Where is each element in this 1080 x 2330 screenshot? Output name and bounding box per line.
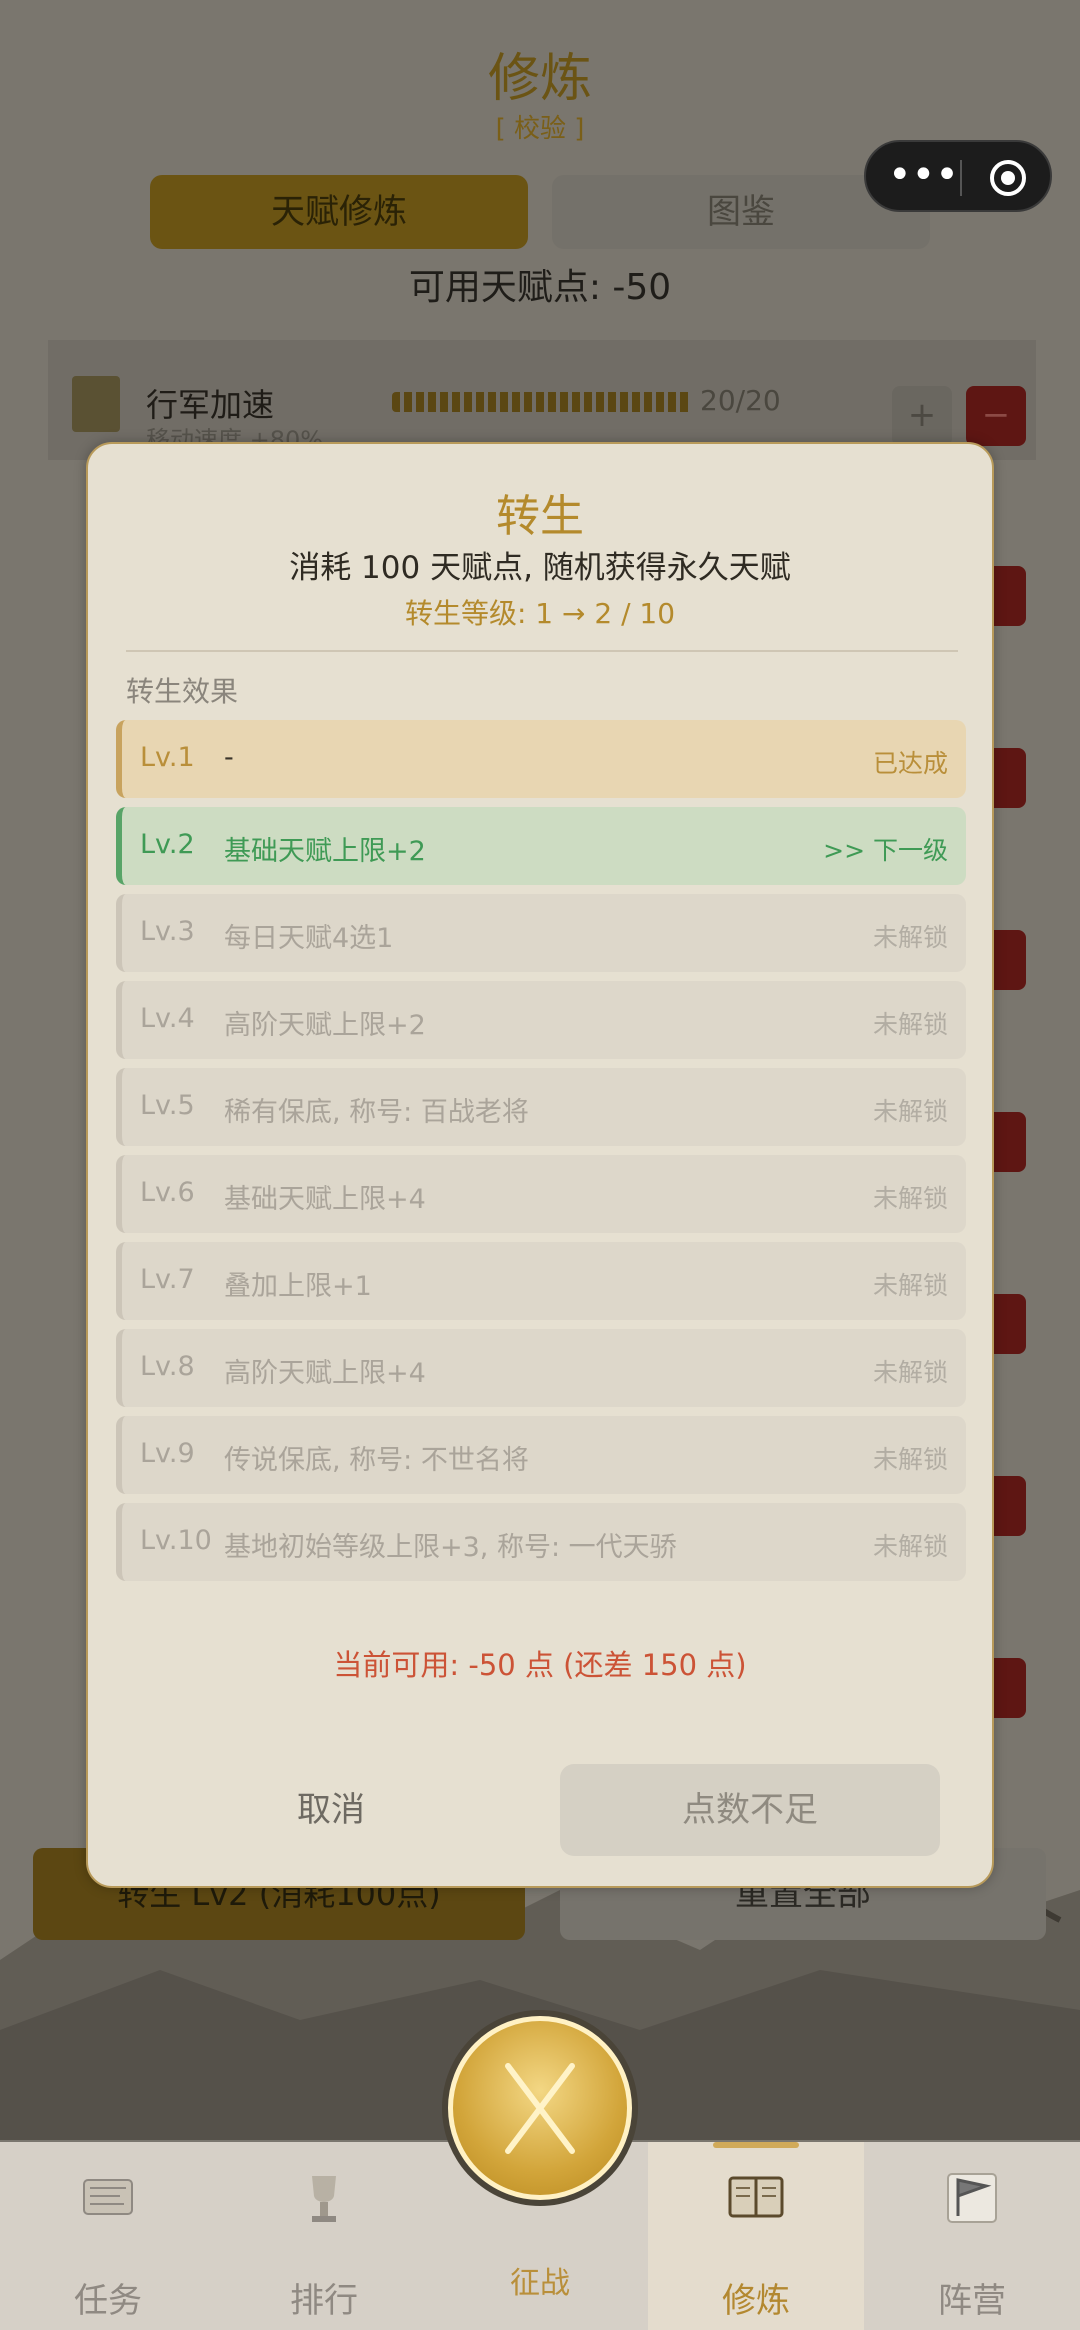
tab-label: 阵营 (938, 2281, 1006, 2321)
level-status: 未解锁 (872, 1358, 948, 1387)
level-status: 未解锁 (872, 923, 948, 952)
available-points: 可用天赋点: -50 (408, 267, 672, 308)
talent-progress-bar (392, 392, 692, 412)
level-status: 未解锁 (872, 1184, 948, 1213)
more-dots-icon[interactable]: ••• (888, 150, 959, 206)
level-row: Lv.6 基础天赋上限+4 未解锁 (116, 1155, 966, 1233)
chest-icon (72, 376, 120, 432)
level-row: Lv.7 叠加上限+1 未解锁 (116, 1242, 966, 1320)
level-row: Lv.9 传说保底, 称号: 不世名将 未解锁 (116, 1416, 966, 1494)
tab-faction[interactable]: 阵营 (864, 2142, 1080, 2330)
level-row: Lv.3 每日天赋4选1 未解锁 (116, 894, 966, 972)
tab-label: 修炼 (722, 2281, 790, 2321)
level-number: Lv.2 (140, 829, 195, 860)
level-number: Lv.5 (140, 1090, 195, 1121)
level-effect: 高阶天赋上限+2 (224, 1010, 426, 1041)
level-status: 未解锁 (872, 1010, 948, 1039)
talent-count: 20/20 (700, 384, 781, 417)
rebirth-level-line: 转生等级: 1 → 2 / 10 (404, 597, 676, 630)
flag-icon (947, 2173, 997, 2223)
level-number: Lv.7 (140, 1264, 195, 1295)
level-effect: - (224, 742, 234, 773)
level-effect: 稀有保底, 称号: 百战老将 (224, 1097, 529, 1128)
level-number: Lv.6 (140, 1177, 195, 1208)
battle-button[interactable] (448, 2016, 632, 2200)
dialog-title: 转生 (496, 491, 584, 542)
capsule-divider (960, 160, 962, 196)
scroll-map-icon (83, 2179, 133, 2215)
level-row: Lv.2 基础天赋上限+2 >> 下一级 (116, 807, 966, 885)
book-icon (728, 2176, 784, 2218)
level-number: Lv.3 (140, 916, 195, 947)
tab-tasks[interactable]: 任务 (0, 2142, 216, 2330)
tab-label: 征战 (510, 2266, 570, 2301)
crossed-swords-icon (505, 2063, 575, 2154)
level-row: Lv.4 高阶天赋上限+2 未解锁 (116, 981, 966, 1059)
level-number: Lv.9 (140, 1438, 195, 1469)
level-effect: 每日天赋4选1 (224, 923, 394, 954)
level-status: >> 下一级 (823, 836, 948, 865)
level-status: 未解锁 (872, 1445, 948, 1474)
level-number: Lv.8 (140, 1351, 195, 1382)
level-effect: 传说保底, 称号: 不世名将 (224, 1445, 529, 1476)
level-status: 未解锁 (872, 1271, 948, 1300)
level-row: Lv.5 稀有保底, 称号: 百战老将 未解锁 (116, 1068, 966, 1146)
rebirth-dialog: 转生 消耗 100 天赋点, 随机获得永久天赋 转生等级: 1 → 2 / 10… (86, 442, 994, 1888)
level-effect: 基础天赋上限+4 (224, 1184, 426, 1215)
level-row: Lv.8 高阶天赋上限+4 未解锁 (116, 1329, 966, 1407)
tab-ranking[interactable]: 排行 (216, 2142, 432, 2330)
dialog-description: 消耗 100 天赋点, 随机获得永久天赋 (289, 550, 791, 586)
tab-cultivation[interactable]: 修炼 (648, 2142, 864, 2330)
target-circle-icon[interactable] (986, 156, 1030, 200)
level-number: Lv.4 (140, 1003, 195, 1034)
level-effect: 高阶天赋上限+4 (224, 1358, 426, 1389)
level-status: 未解锁 (872, 1532, 948, 1561)
level-number: Lv.1 (140, 742, 195, 773)
page-title: 修炼 (487, 49, 592, 109)
section-label: 转生效果 (126, 675, 239, 708)
level-status: 已达成 (872, 749, 948, 778)
tab-label: 排行 (290, 2281, 358, 2321)
trophy-icon (312, 2176, 336, 2222)
level-effect: 基础天赋上限+2 (224, 836, 426, 867)
active-tab-indicator (713, 2142, 799, 2148)
talent-minus-button[interactable]: − (966, 386, 1026, 446)
insufficient-points-button[interactable]: 点数不足 (560, 1764, 940, 1856)
divider (126, 650, 958, 652)
available-points-warning: 当前可用: -50 点 (还差 150 点) (333, 1648, 747, 1682)
level-effect: 叠加上限+1 (224, 1271, 372, 1302)
tab-label: 任务 (74, 2281, 142, 2321)
miniprogram-capsule: ••• (864, 140, 1052, 212)
level-status: 未解锁 (872, 1097, 948, 1126)
level-effect: 基地初始等级上限+3, 称号: 一代天骄 (224, 1532, 677, 1563)
talent-plus-button[interactable]: + (892, 386, 952, 446)
tab-talent-cultivation[interactable]: 天赋修炼 (150, 175, 528, 249)
cancel-button[interactable]: 取消 (126, 1764, 536, 1856)
level-row: Lv.10 基地初始等级上限+3, 称号: 一代天骄 未解锁 (116, 1503, 966, 1581)
level-number: Lv.10 (140, 1525, 212, 1556)
level-row: Lv.1 - 已达成 (116, 720, 966, 798)
